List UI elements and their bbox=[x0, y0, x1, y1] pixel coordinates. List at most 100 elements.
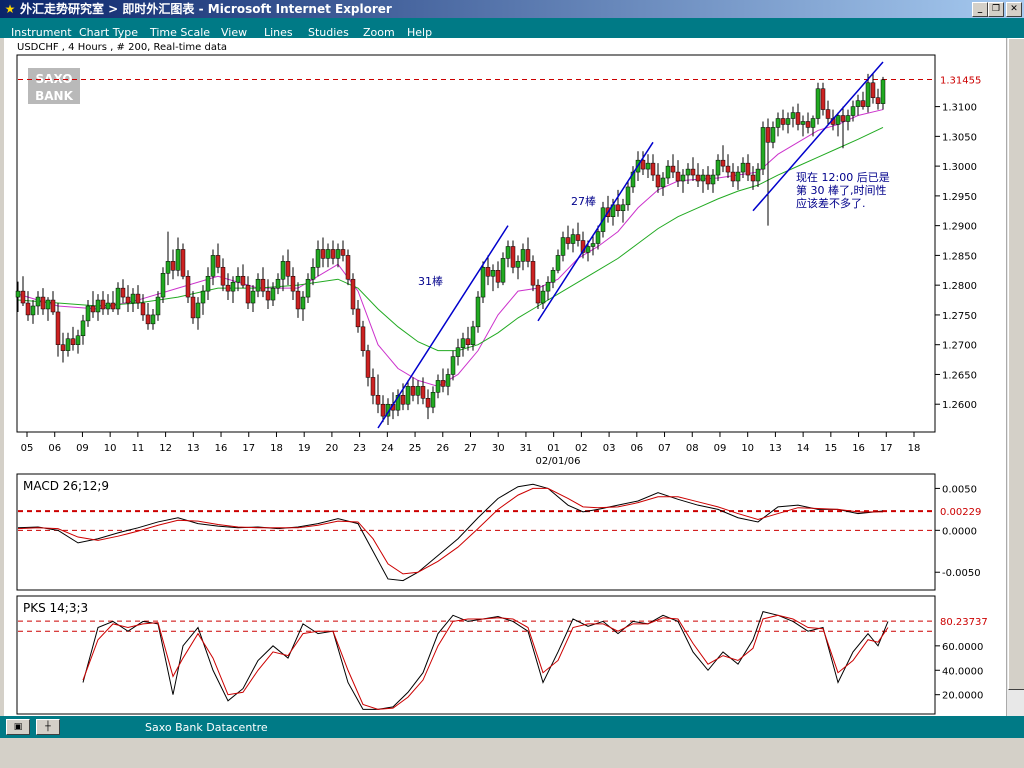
candle-body bbox=[760, 127, 766, 170]
candle-body bbox=[690, 168, 696, 176]
candle-body bbox=[415, 386, 421, 396]
candle-body bbox=[725, 165, 731, 173]
x-tick-label: 06 bbox=[48, 443, 61, 454]
minimize-button[interactable]: _ bbox=[972, 2, 988, 17]
candle-body bbox=[550, 270, 556, 283]
candle-body bbox=[585, 246, 591, 253]
candle-body bbox=[270, 287, 276, 301]
candle-body bbox=[170, 261, 176, 271]
x-tick-label: 17 bbox=[880, 443, 893, 454]
x-tick-label: 15 bbox=[824, 443, 837, 454]
x-tick-label: 23 bbox=[353, 443, 366, 454]
candle-body bbox=[640, 159, 646, 170]
x-tick-label: 20 bbox=[326, 443, 339, 454]
candle-body bbox=[805, 121, 811, 128]
y-tick-label: 1.2800 bbox=[942, 281, 977, 292]
candle-body bbox=[265, 290, 271, 301]
candle-body bbox=[275, 278, 281, 289]
y-tick-label: 1.2850 bbox=[942, 251, 977, 262]
x-tick-label: 24 bbox=[381, 443, 394, 454]
candle-body bbox=[525, 249, 531, 262]
restore-button[interactable]: ❐ bbox=[988, 2, 1004, 17]
x-tick-label: 06 bbox=[630, 443, 643, 454]
candle-body bbox=[565, 237, 571, 244]
macd-y-tick-label: -0.0050 bbox=[942, 568, 981, 579]
x-tick-label: 31 bbox=[520, 443, 533, 454]
candle-body bbox=[295, 290, 301, 310]
candle-body bbox=[430, 392, 436, 408]
candle-body bbox=[325, 249, 331, 259]
candle-body bbox=[235, 275, 241, 283]
x-tick-label: 18 bbox=[908, 443, 921, 454]
x-tick-label: 17 bbox=[242, 443, 255, 454]
candle-body bbox=[520, 249, 526, 262]
window-title: 外汇走势研究室 > 即时外汇图表 - Microsoft Internet Ex… bbox=[20, 2, 392, 16]
x-tick-label: 03 bbox=[603, 443, 616, 454]
x-tick-label: 13 bbox=[769, 443, 782, 454]
candle bbox=[475, 291, 481, 333]
candle-body bbox=[860, 100, 866, 107]
candle-body bbox=[160, 273, 166, 298]
annotation-4: 第 30 棒了,时间性 bbox=[796, 183, 887, 197]
x-tick-label: 10 bbox=[741, 443, 754, 454]
candle-body bbox=[20, 290, 26, 304]
candle-body bbox=[65, 338, 71, 351]
candle-body bbox=[250, 290, 256, 304]
candle-body bbox=[820, 88, 826, 110]
candle-body bbox=[50, 299, 56, 313]
x-tick-label: 02 bbox=[575, 443, 588, 454]
macd-y-axis: 0.0050 0.0000 -0.0050 0.00229 bbox=[935, 484, 981, 579]
x-tick-label: 12 bbox=[159, 443, 172, 454]
candle-body bbox=[780, 118, 786, 125]
candle-body bbox=[185, 275, 191, 298]
x-tick-label: 25 bbox=[409, 443, 422, 454]
candle-body bbox=[660, 177, 666, 188]
candle-body bbox=[95, 299, 101, 313]
x-tick-label: 18 bbox=[270, 443, 283, 454]
candle-body bbox=[40, 296, 46, 310]
candle-body bbox=[530, 261, 536, 286]
candle-body bbox=[330, 249, 336, 259]
x-tick-label: 09 bbox=[76, 443, 89, 454]
candle-body bbox=[535, 284, 541, 304]
candle-body bbox=[735, 171, 741, 182]
vertical-scrollbar[interactable] bbox=[1006, 38, 1024, 716]
annotation-2: 27棒 bbox=[571, 194, 596, 208]
candle-body bbox=[875, 97, 881, 104]
candle-body bbox=[410, 386, 416, 396]
candle-body bbox=[180, 249, 186, 277]
candle-body bbox=[795, 112, 801, 125]
candle-body bbox=[500, 258, 506, 283]
candle bbox=[815, 82, 821, 125]
candle-body bbox=[650, 162, 656, 176]
candle-body bbox=[485, 267, 491, 277]
candle-body bbox=[145, 314, 151, 325]
candle-body bbox=[280, 261, 286, 280]
candle-body bbox=[300, 296, 306, 310]
candle-body bbox=[420, 386, 426, 399]
candle-body bbox=[210, 255, 216, 277]
candle-body bbox=[120, 287, 126, 298]
candle-body bbox=[560, 237, 566, 256]
candle-body bbox=[345, 255, 351, 280]
x-tick-label: 08 bbox=[686, 443, 699, 454]
candle-body bbox=[135, 293, 141, 304]
candle-body bbox=[80, 320, 86, 337]
candle-body bbox=[555, 255, 561, 271]
candle-body bbox=[705, 174, 711, 185]
pks-y-tick-label: 60.0000 bbox=[942, 642, 983, 653]
candle-body bbox=[175, 249, 181, 271]
candle-body bbox=[125, 296, 131, 304]
scrollbar-thumb[interactable] bbox=[1008, 38, 1024, 690]
price-x-axis: 05 06 09 10 11 12 13 16 17 18 19 20 23 24 25 26 27 30 31 01… bbox=[21, 432, 921, 454]
status-toggle-icon[interactable]: ▣ bbox=[6, 719, 30, 735]
candle-body bbox=[475, 296, 481, 328]
candle-body bbox=[645, 162, 651, 170]
crosshair-icon[interactable]: ┼ bbox=[36, 719, 60, 735]
candle-body bbox=[45, 299, 51, 310]
x-tick-label: 26 bbox=[436, 443, 449, 454]
candle-body bbox=[700, 174, 706, 182]
candle-body bbox=[750, 174, 756, 182]
title-bar: ★ 外汇走势研究室 > 即时外汇图表 - Microsoft Internet … bbox=[0, 0, 1024, 18]
close-button[interactable]: ✕ bbox=[1006, 2, 1022, 17]
